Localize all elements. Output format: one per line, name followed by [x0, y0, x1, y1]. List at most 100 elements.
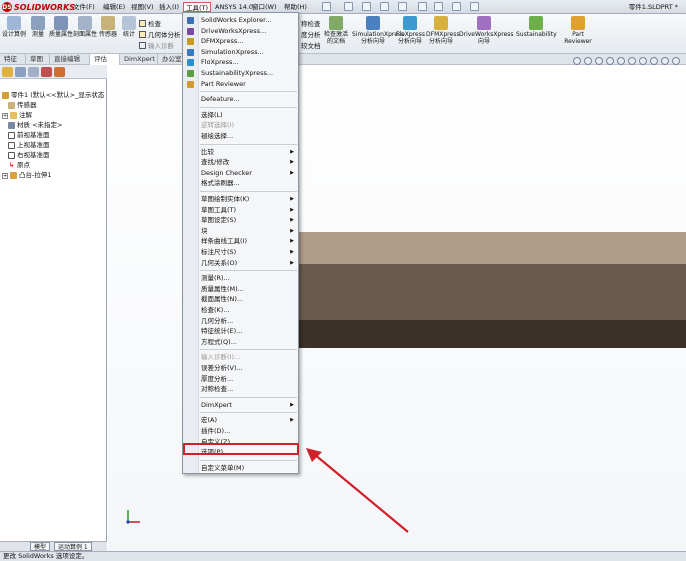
menu-item[interactable]: 误差分析(V)... [183, 363, 298, 373]
tab-evaluate[interactable]: 评估 [90, 54, 120, 65]
design-study-button[interactable]: 设计算例 [2, 16, 26, 38]
menu-item[interactable]: 检查(K)... [183, 305, 298, 315]
statistics-button[interactable]: 统计 [117, 16, 141, 38]
menu-item[interactable]: 样条曲线工具(I) ▶ [183, 236, 298, 246]
save-icon[interactable] [362, 2, 371, 11]
print-icon[interactable] [380, 2, 389, 11]
new-document-icon[interactable] [322, 2, 331, 11]
zoom-to-fit-icon[interactable] [573, 57, 581, 65]
tree-item-annotations[interactable]: + 注解 [2, 111, 32, 120]
tree-root-part[interactable]: 零件1 (默认<<默认>_显示状态 [2, 91, 104, 100]
menu-item[interactable]: DriveWorksXpress... [183, 26, 298, 36]
display-manager-tab-icon[interactable] [54, 67, 65, 77]
menu-item[interactable]: 宏(A) ▶ [183, 415, 298, 425]
dfmxpress-button[interactable]: DFMXpress 分析向导 [426, 16, 459, 45]
measure-button[interactable]: 测量 [26, 16, 50, 38]
menu-file[interactable]: 文件(F) [71, 2, 97, 12]
configuration-manager-tab-icon[interactable] [28, 67, 39, 77]
open-document-icon[interactable] [344, 2, 353, 11]
menu-item[interactable]: DFMXpress... [183, 36, 298, 46]
menu-item[interactable]: SimulationXpress... [183, 47, 298, 57]
feature-manager-tab-icon[interactable] [2, 67, 13, 77]
menu-item[interactable]: SolidWorks Explorer... [183, 15, 298, 25]
tree-item-front-plane[interactable]: 前视基准面 [8, 131, 50, 140]
menu-item[interactable]: Design Checker ▶ [183, 168, 298, 178]
tree-item-boss-extrude[interactable]: + 凸台-拉伸1 [2, 171, 51, 180]
menu-item[interactable]: 厚度分析... [183, 374, 298, 384]
menu-item[interactable]: 几何关系(O) ▶ [183, 258, 298, 268]
tab-features[interactable]: 特征 [0, 54, 26, 65]
tree-item-top-plane[interactable]: 上视基准面 [8, 141, 50, 150]
menu-item[interactable]: FloXpress... [183, 57, 298, 67]
previous-view-icon[interactable] [595, 57, 603, 65]
menu-item[interactable]: 选择(L) [183, 110, 298, 120]
tree-item-material[interactable]: 材质 <未指定> [8, 121, 62, 130]
view-orientation-icon[interactable] [617, 57, 625, 65]
menu-item[interactable]: 标注尺寸(S) ▶ [183, 247, 298, 257]
compare-documents-partial-label[interactable]: 较文档 [301, 40, 321, 50]
tab-direct-edit[interactable]: 直接编辑 [50, 54, 90, 65]
menu-item[interactable]: 自定义菜单(M) [183, 463, 298, 473]
menu-item[interactable]: 块 ▶ [183, 226, 298, 236]
menu-item[interactable]: 插件(D)... [183, 426, 298, 436]
mass-properties-button[interactable]: 质量属性 [49, 16, 73, 38]
menu-item[interactable]: 几何分析... [183, 316, 298, 326]
menu-tools[interactable]: 工具(T) [183, 2, 212, 12]
menu-item[interactable]: SustainabilityXpress... [183, 68, 298, 78]
symmetry-check-partial-label[interactable]: 称检查 [301, 18, 321, 28]
menu-item[interactable]: 特征统计(E)... [183, 326, 298, 336]
menu-edit[interactable]: 编辑(E) [101, 2, 127, 12]
menu-item[interactable]: 截面属性(N)... [183, 294, 298, 304]
edit-appearance-icon[interactable] [650, 57, 658, 65]
section-view-icon[interactable] [606, 57, 614, 65]
display-style-icon[interactable] [628, 57, 636, 65]
apply-scene-icon[interactable] [661, 57, 669, 65]
menu-item[interactable]: 对称检查... [183, 384, 298, 394]
tree-item-origin[interactable]: ↳ 原点 [8, 161, 30, 170]
menu-item[interactable]: 查找/修改 ▶ [183, 157, 298, 167]
expand-icon[interactable]: + [2, 172, 8, 179]
menu-item[interactable]: 测量(R)... [183, 273, 298, 283]
import-diagnostics-option[interactable]: 输入诊断 [139, 40, 174, 50]
tab-motion-study[interactable]: 运动算例 1 [54, 542, 92, 551]
tree-item-right-plane[interactable]: 右视基准面 [8, 151, 50, 160]
tab-sketch[interactable]: 草图 [26, 54, 50, 65]
menu-item[interactable]: Defeature... [183, 94, 298, 104]
menu-item[interactable]: 褪绘选择... [183, 131, 298, 141]
menu-item[interactable]: 草图工具(T) ▶ [183, 205, 298, 215]
menu-window[interactable]: 窗口(W) [250, 2, 279, 12]
part-reviewer-button[interactable]: Part Reviewer [562, 16, 594, 45]
menu-insert[interactable]: 插入(I) [157, 2, 181, 12]
tree-item-sensors[interactable]: 传感器 [8, 101, 37, 110]
zoom-to-area-icon[interactable] [584, 57, 592, 65]
simulationxpress-button[interactable]: SimulationXpress 分析向导 [352, 16, 404, 45]
select-pointer-icon[interactable] [418, 2, 427, 11]
expand-icon[interactable]: + [2, 112, 8, 119]
menu-view[interactable]: 视图(V) [129, 2, 156, 12]
hide-show-items-icon[interactable] [639, 57, 647, 65]
file-properties-icon[interactable] [452, 2, 461, 11]
driveworksxpress-button[interactable]: DriveWorksXpress 向导 [459, 16, 514, 45]
rebuild-icon[interactable] [434, 2, 443, 11]
menu-item[interactable]: Part Reviewer [183, 79, 298, 89]
menu-item[interactable]: 草图设定(S) ▶ [183, 215, 298, 225]
section-properties-button[interactable]: 剖面属性 [73, 16, 97, 38]
tab-model[interactable]: 模型 [30, 542, 51, 551]
geometry-analysis-option[interactable]: 几何体分析 [139, 29, 181, 39]
menu-item[interactable]: 比较 ▶ [183, 147, 298, 157]
tab-dimxpert[interactable]: DimXpert [120, 54, 158, 65]
dimxpert-manager-tab-icon[interactable] [41, 67, 52, 77]
menu-help[interactable]: 帮助(H) [282, 2, 309, 12]
thickness-analysis-partial-label[interactable]: 度分析 [301, 29, 321, 39]
menu-item[interactable]: 方程式(Q)... [183, 337, 298, 347]
menu-item[interactable]: 质量属性(M)... [183, 284, 298, 294]
menu-item[interactable]: DimXpert ▶ [183, 400, 298, 410]
check-active-document-button[interactable]: 检查激活的文档 [322, 16, 350, 45]
menu-ansys[interactable]: ANSYS 14.0 [213, 2, 255, 12]
view-settings-icon[interactable] [672, 57, 680, 65]
sustainability-button[interactable]: Sustainability [516, 16, 557, 38]
check-option[interactable]: 检查 [139, 18, 161, 28]
floxpress-button[interactable]: FloXpress 分析向导 [396, 16, 425, 45]
options-gear-icon[interactable] [470, 2, 479, 11]
menu-item[interactable]: 格式涂刷器... [183, 178, 298, 188]
